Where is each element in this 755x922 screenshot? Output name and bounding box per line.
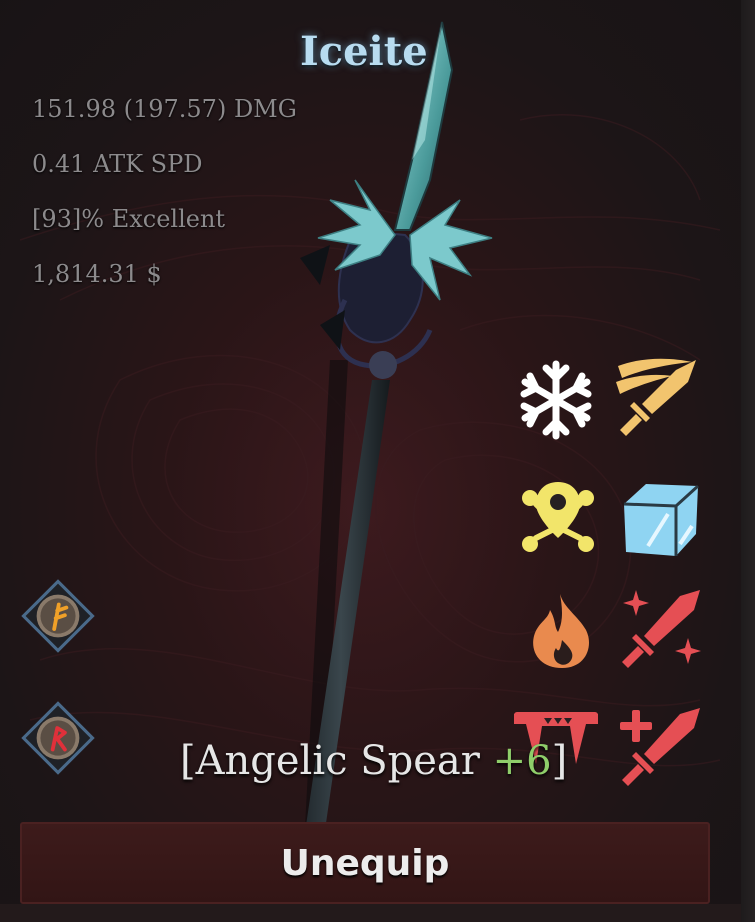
skull-pin-icon[interactable] [516, 476, 600, 560]
attack-speed-stat: 0.41 ATK SPD [32, 150, 203, 178]
item-name-bonus: +6 [492, 738, 552, 784]
damage-stat: 151.98 (197.57) DMG [32, 95, 297, 123]
item-name: [Angelic Spear +6] [180, 738, 567, 784]
ice-cube-icon[interactable] [618, 476, 702, 560]
item-name-suffix: ] [551, 738, 568, 784]
plus-sword-icon[interactable] [618, 704, 702, 788]
fire-icon[interactable] [520, 590, 604, 674]
rune-r-icon[interactable] [16, 696, 100, 780]
weapon-title: Iceite [300, 28, 428, 75]
value-stat: 1,814.31 $ [32, 260, 162, 288]
unequip-button[interactable]: Unequip [20, 822, 710, 904]
rune-f-icon[interactable] [16, 574, 100, 658]
weapon-detail-panel: Iceite 151.98 (197.57) DMG 0.41 ATK SPD … [0, 0, 755, 922]
bottom-strip [0, 904, 741, 922]
unequip-button-label: Unequip [280, 842, 450, 884]
quality-stat: [93]% Excellent [32, 205, 226, 233]
item-name-base: [Angelic Spear [180, 738, 493, 784]
snowflake-icon[interactable] [514, 358, 598, 442]
slash-sword-icon[interactable] [614, 356, 698, 440]
sparkle-sword-icon[interactable] [618, 586, 702, 670]
